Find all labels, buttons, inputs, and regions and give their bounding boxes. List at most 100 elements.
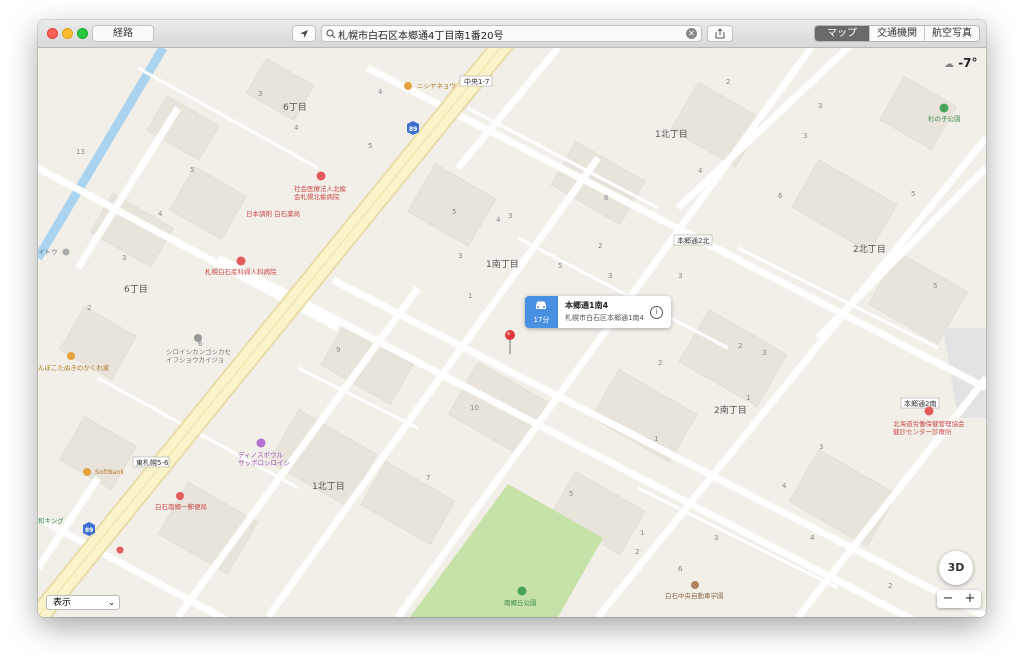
block-number: 1 <box>468 292 472 300</box>
drive-eta-button[interactable]: 17分 <box>525 296 558 328</box>
search-icon <box>326 29 336 39</box>
block-number: 5 <box>569 490 573 498</box>
display-menu[interactable]: 表示 ⌄ <box>46 595 120 610</box>
area-label: 1南丁目 <box>486 258 519 270</box>
map-canvas[interactable]: 6丁目 6丁目 1北丁目 1南丁目 2北丁目 2南丁目 1北丁目 3451354… <box>38 48 986 617</box>
block-number: 3 <box>714 534 718 542</box>
block-number: 5 <box>933 282 937 290</box>
callout-title: 本郷通1南4 <box>565 301 609 310</box>
zoom-out-button[interactable]: − <box>937 590 959 608</box>
block-number: 4 <box>496 216 501 224</box>
view-mode-control[interactable]: マップ 交通機関 航空写真 <box>814 25 980 42</box>
block-number: 9 <box>336 346 340 354</box>
share-icon <box>715 28 725 39</box>
block-number: 5 <box>911 190 915 198</box>
block-number: 1 <box>640 529 644 537</box>
callout-address: 札幌市白石区本郷通1南4 <box>565 314 644 322</box>
area-label: 2北丁目 <box>853 244 886 255</box>
temperature: -7° <box>958 56 978 70</box>
display-label: 表示 <box>53 598 72 608</box>
block-number: 3 <box>678 272 682 280</box>
zoom-control[interactable]: − + <box>937 590 981 608</box>
block-number: 1 <box>654 435 658 443</box>
block-number: 13 <box>76 148 85 156</box>
route-label: 89 <box>409 126 417 133</box>
block-number: 2 <box>888 582 892 590</box>
close-button[interactable] <box>47 28 58 39</box>
block-number: 4 <box>698 167 703 175</box>
block-number: 6 <box>604 194 609 202</box>
stop-label: 中央1-7 <box>464 77 489 86</box>
block-number: 3 <box>458 252 462 260</box>
block-number: 3 <box>508 212 512 220</box>
block-number: 1 <box>746 394 750 402</box>
block-number: 3 <box>803 132 807 140</box>
block-number: 3 <box>819 443 823 451</box>
block-number: 3 <box>608 272 612 280</box>
poi-label: 杉の子公園 <box>928 114 961 123</box>
poi-label: 白石南郷一郵便局 <box>155 502 207 511</box>
block-number: 2 <box>658 359 662 367</box>
current-location-button[interactable] <box>292 25 316 42</box>
block-number: 3 <box>818 102 822 110</box>
share-button[interactable] <box>707 25 733 42</box>
poi-label: シロイシカンゴシカセイフショウカイジョ <box>166 347 231 364</box>
stop-label: 東札幌5-6 <box>136 458 169 467</box>
search-field[interactable]: 札幌市白石区本郷通4丁目南1番20号 ✕ <box>321 25 702 42</box>
poi-label: 南郷丘公園 <box>504 598 537 607</box>
eta-label: 17分 <box>533 316 550 324</box>
block-number: 3 <box>762 349 766 357</box>
block-number: 2 <box>635 548 639 556</box>
area-label: 1北丁目 <box>312 481 345 492</box>
location-arrow-icon <box>300 30 308 38</box>
weather-indicator: ☁ -7° <box>944 56 978 70</box>
stop-label: 本郷通2南 <box>904 399 936 408</box>
poi-label: 白石中央自動車学園 <box>665 591 724 600</box>
block-number: 10 <box>470 404 479 412</box>
block-number: 4 <box>378 88 383 96</box>
block-number: 2 <box>726 78 730 86</box>
block-number: 6 <box>678 565 683 573</box>
zoom-button[interactable] <box>77 28 88 39</box>
block-number: 4 <box>782 482 787 490</box>
chevron-down-icon: ⌄ <box>108 598 115 607</box>
block-number: 4 <box>158 210 163 218</box>
tab-map[interactable]: マップ <box>815 26 869 41</box>
block-number: 7 <box>426 474 430 482</box>
block-number: 2 <box>738 342 742 350</box>
block-number: 5 <box>368 142 372 150</box>
tab-satellite[interactable]: 航空写真 <box>924 26 979 41</box>
block-number: 5 <box>190 166 194 174</box>
maps-window: 経路 札幌市白石区本郷通4丁目南1番20号 ✕ マップ 交通機関 航空写真 6丁… <box>38 20 986 617</box>
zoom-in-button[interactable]: + <box>959 590 981 608</box>
route-label: 89 <box>85 527 93 534</box>
minimize-button[interactable] <box>62 28 73 39</box>
poi-label: 和キング <box>38 516 64 525</box>
block-number: 4 <box>294 124 299 132</box>
three-d-button[interactable]: 3D <box>939 551 973 585</box>
poi-label: SoftBank <box>95 468 124 476</box>
stop-label: 本郷通2北 <box>677 236 709 245</box>
block-number: 2 <box>598 242 602 250</box>
block-number: 5 <box>452 208 456 216</box>
poi-label: 社会医療法人北楡会札幌北楡病院 <box>294 184 347 201</box>
poi-label: ディノスボウルサッポロシロイシ <box>238 450 290 467</box>
directions-button[interactable]: 経路 <box>92 25 154 42</box>
toolbar: 経路 札幌市白石区本郷通4丁目南1番20号 ✕ マップ 交通機関 航空写真 <box>38 20 986 48</box>
area-label: 6丁目 <box>124 284 148 295</box>
info-icon[interactable]: i <box>650 306 663 319</box>
block-number: 6 <box>778 192 783 200</box>
block-number: 3 <box>122 254 126 262</box>
poi-label: ニシヤネョウ <box>417 82 456 90</box>
partly-cloudy-icon: ☁ <box>944 59 954 70</box>
tab-transit[interactable]: 交通機関 <box>869 26 924 41</box>
block-number: 2 <box>87 304 91 312</box>
block-number: 5 <box>558 262 562 270</box>
search-value: 札幌市白石区本郷通4丁目南1番20号 <box>338 31 504 42</box>
block-number: 4 <box>810 534 815 542</box>
poi-label: 日本調剤 白石薬局 <box>246 209 300 218</box>
three-d-label: 3D <box>947 561 965 574</box>
clear-search-icon[interactable]: ✕ <box>686 28 697 39</box>
poi-label: イトウ <box>38 248 58 256</box>
location-callout[interactable]: 17分 本郷通1南4 札幌市白石区本郷通1南4 i <box>525 296 671 328</box>
